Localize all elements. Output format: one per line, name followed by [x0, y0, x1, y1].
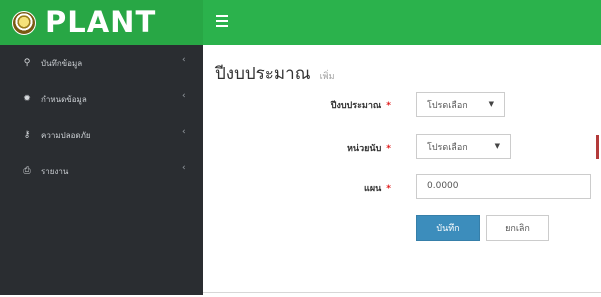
fiscal-year-select[interactable]: โปรดเลือก ▼	[416, 92, 505, 117]
cancel-button[interactable]: ยกเลิก	[486, 215, 549, 241]
plan-input-value: 0.0000	[427, 181, 459, 191]
unit-label: หน่วยนับ *	[347, 141, 391, 155]
required-marker: *	[386, 101, 391, 111]
key-icon: ⚷	[23, 130, 31, 140]
sidebar: ⚲ บันทึกข้อมูล ‹ ✹ กำหนดข้อมูล ‹ ⚷ ความป…	[0, 45, 203, 295]
thumbtack-icon: ⚲	[23, 58, 31, 68]
unit-select[interactable]: โปรดเลือก ▼	[416, 134, 511, 159]
sidebar-item-label: ความปลอดภัย	[41, 130, 91, 140]
page-header: ปีงบประมาณ เพิ่ม	[215, 60, 335, 87]
logo-emblem-icon	[12, 10, 36, 35]
gear-icon: ✹	[23, 94, 31, 104]
caret-down-icon: ▼	[494, 142, 500, 150]
chevron-left-icon: ‹	[182, 127, 186, 137]
top-navbar	[203, 0, 601, 45]
chevron-left-icon: ‹	[182, 91, 186, 101]
page-title: ปีงบประมาณ	[215, 64, 311, 84]
brand-name: PLANT	[45, 5, 157, 39]
plan-input[interactable]: 0.0000	[416, 174, 591, 199]
sidebar-item-label: บันทึกข้อมูล	[41, 58, 83, 68]
chevron-left-icon: ‹	[182, 163, 186, 173]
caret-down-icon: ▼	[488, 100, 494, 108]
brand: PLANT	[0, 0, 203, 45]
divider	[203, 292, 601, 293]
unit-select-value: โปรดเลือก	[427, 142, 468, 153]
sidebar-item-reports[interactable]: ⎙ รายงาน ‹	[0, 153, 203, 189]
sidebar-item-label: รายงาน	[41, 166, 69, 176]
fiscal-year-label-text: ปีงบประมาณ	[330, 101, 382, 111]
page-subtitle: เพิ่ม	[319, 72, 335, 82]
plan-label: แผน *	[364, 181, 391, 195]
sidebar-item-record-data[interactable]: ⚲ บันทึกข้อมูล ‹	[0, 45, 203, 81]
printer-icon: ⎙	[23, 166, 31, 176]
chevron-left-icon: ‹	[182, 55, 186, 65]
plan-label-text: แผน	[364, 184, 382, 194]
edge-indicator	[596, 135, 599, 159]
required-marker: *	[386, 144, 391, 154]
sidebar-item-label: กำหนดข้อมูล	[41, 94, 87, 104]
sidebar-item-settings[interactable]: ✹ กำหนดข้อมูล ‹	[0, 81, 203, 117]
unit-label-text: หน่วยนับ	[347, 144, 382, 154]
required-marker: *	[386, 184, 391, 194]
menu-toggle-icon[interactable]	[216, 15, 228, 27]
save-button[interactable]: บันทึก	[416, 215, 480, 241]
fiscal-year-select-value: โปรดเลือก	[427, 100, 468, 111]
sidebar-item-security[interactable]: ⚷ ความปลอดภัย ‹	[0, 117, 203, 153]
fiscal-year-label: ปีงบประมาณ *	[331, 98, 391, 112]
